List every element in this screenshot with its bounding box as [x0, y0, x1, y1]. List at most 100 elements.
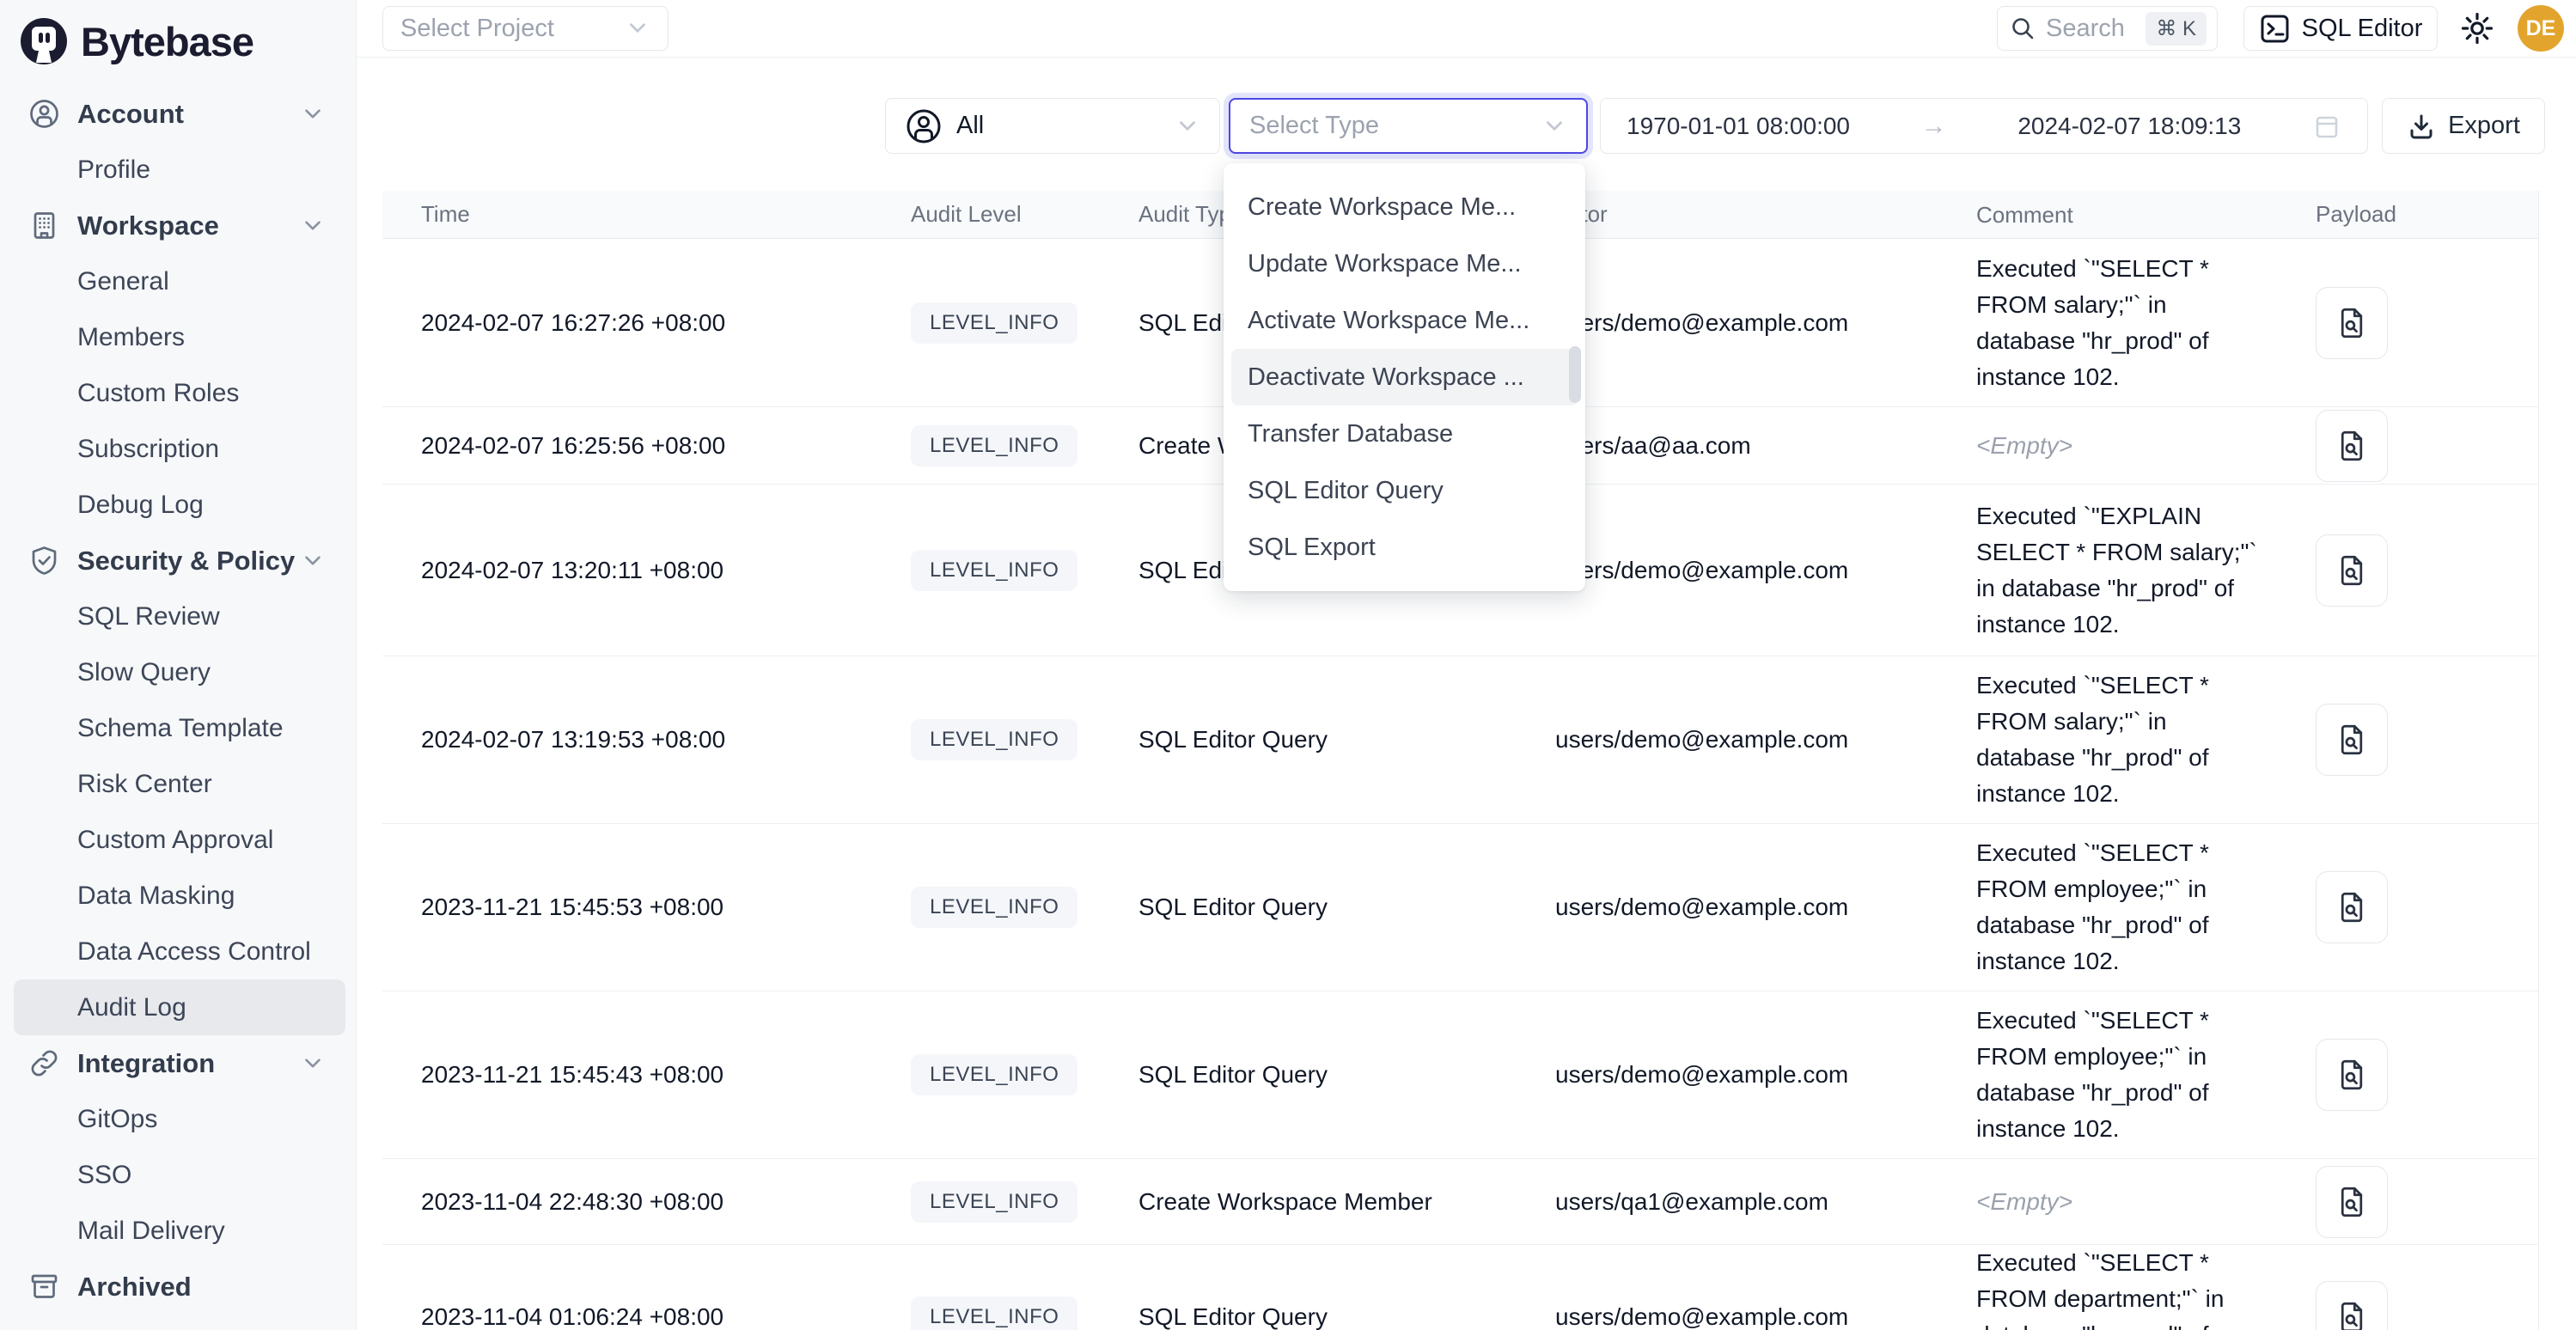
audit-level-badge: LEVEL_INFO: [911, 302, 1077, 344]
type-option-update-workspace-me[interactable]: Update Workspace Me...: [1231, 235, 1578, 292]
file-search-icon: [2334, 1184, 2370, 1220]
payload-view-button[interactable]: [2316, 287, 2388, 359]
sidebar-item-data-access-control[interactable]: Data Access Control: [0, 924, 356, 979]
chevron-down-icon: [300, 1051, 326, 1077]
type-option-transfer-database[interactable]: Transfer Database: [1231, 406, 1578, 462]
payload-view-button[interactable]: [2316, 871, 2388, 943]
sidebar-section-label: Integration: [77, 1048, 215, 1079]
sidebar-section-label: Workspace: [77, 210, 219, 241]
file-search-icon: [2334, 889, 2370, 925]
sidebar-item-members[interactable]: Members: [0, 309, 356, 365]
sidebar-item-label: GitOps: [77, 1105, 157, 1134]
sidebar-item-sql-review[interactable]: SQL Review: [0, 589, 356, 644]
cell-comment: Executed `"SELECT * FROM employee;"` in …: [1976, 1003, 2268, 1147]
sidebar-item-data-masking[interactable]: Data Masking: [0, 868, 356, 924]
actor-filter-value: All: [956, 112, 1161, 140]
search-input[interactable]: Search ⌘ K: [1997, 6, 2218, 51]
project-select[interactable]: Select Project: [382, 6, 668, 51]
sidebar-item-label: Members: [77, 323, 185, 352]
export-button[interactable]: Export: [2382, 98, 2545, 154]
sidebar-item-sso[interactable]: SSO: [0, 1147, 356, 1203]
bytebase-logo[interactable]: Bytebase: [0, 0, 356, 74]
calendar-icon: [2312, 112, 2341, 141]
audit-level-badge: LEVEL_INFO: [911, 1181, 1077, 1223]
payload-view-button[interactable]: [2316, 1166, 2388, 1238]
sidebar-item-custom-roles[interactable]: Custom Roles: [0, 365, 356, 421]
audit-level-badge: LEVEL_INFO: [911, 719, 1077, 760]
topbar: Select Project Search ⌘ K SQL Editor: [357, 0, 2576, 58]
sql-editor-button[interactable]: SQL Editor: [2243, 6, 2438, 51]
payload-view-button[interactable]: [2316, 1039, 2388, 1111]
cell-payload: [2268, 871, 2538, 943]
sidebar-item-general[interactable]: General: [0, 253, 356, 309]
sidebar-item-label: Data Masking: [77, 882, 235, 911]
chevron-down-icon: [300, 213, 326, 239]
sidebar-item-slow-query[interactable]: Slow Query: [0, 644, 356, 700]
sidebar-section-integration[interactable]: Integration: [0, 1035, 356, 1091]
type-option-create-workspace-me[interactable]: Create Workspace Me...: [1231, 179, 1578, 235]
cell-payload: [2268, 534, 2538, 607]
sidebar-section-archived[interactable]: Archived: [0, 1259, 356, 1315]
sidebar-item-schema-template[interactable]: Schema Template: [0, 700, 356, 756]
topbar-actions: Search ⌘ K SQL Editor DE: [1997, 5, 2564, 52]
sidebar-item-subscription[interactable]: Subscription: [0, 421, 356, 477]
payload-view-button[interactable]: [2316, 704, 2388, 776]
dropdown-scrollbar-thumb[interactable]: [1569, 346, 1581, 403]
sidebar-item-custom-approval[interactable]: Custom Approval: [0, 812, 356, 868]
cell-audit-type: SQL Editor Query: [1138, 726, 1555, 753]
file-search-icon: [2334, 305, 2370, 341]
cell-audit-level: LEVEL_INFO: [898, 1054, 1138, 1095]
sidebar-section-workspace[interactable]: Workspace: [0, 198, 356, 253]
sidebar-item-risk-center[interactable]: Risk Center: [0, 756, 356, 812]
project-select-value: Select Project: [400, 15, 554, 43]
payload-view-button[interactable]: [2316, 410, 2388, 482]
actor-filter-select[interactable]: All: [885, 98, 1220, 154]
comment-text: Executed `"SELECT * FROM salary;"` in da…: [1976, 672, 2209, 807]
audit-level-badge: LEVEL_INFO: [911, 425, 1077, 467]
file-search-icon: [2334, 552, 2370, 589]
sidebar-item-profile[interactable]: Profile: [0, 142, 356, 198]
table-row: 2023-11-21 15:45:43 +08:00LEVEL_INFOSQL …: [382, 991, 2538, 1159]
settings-gear-button[interactable]: [2458, 9, 2496, 47]
sidebar-section-label: Security & Policy: [77, 546, 295, 577]
user-circle-icon: [28, 98, 60, 130]
type-option-deactivate-workspace[interactable]: Deactivate Workspace ...: [1231, 349, 1578, 406]
sidebar-item-mail-delivery[interactable]: Mail Delivery: [0, 1203, 356, 1259]
cell-comment: Executed `"SELECT * FROM department;"` i…: [1976, 1245, 2268, 1330]
sidebar-item-label: General: [77, 267, 169, 296]
cell-audit-level: LEVEL_INFO: [898, 1181, 1138, 1223]
building-icon: [28, 210, 60, 241]
cell-time: 2023-11-21 15:45:43 +08:00: [382, 1061, 898, 1089]
cell-time: 2023-11-21 15:45:53 +08:00: [382, 894, 898, 921]
sidebar-item-label: Schema Template: [77, 714, 284, 743]
sidebar-item-gitops[interactable]: GitOps: [0, 1091, 356, 1147]
cell-actor: users/aa@aa.com: [1555, 432, 1976, 460]
sidebar-item-debug-log[interactable]: Debug Log: [0, 477, 356, 533]
cell-comment: <Empty>: [1976, 1184, 2268, 1220]
file-search-icon: [2334, 722, 2370, 758]
cell-actor: users/demo@example.com: [1555, 1061, 1976, 1089]
type-filter-select[interactable]: Select Type: [1229, 98, 1588, 154]
cell-actor: users/demo@example.com: [1555, 726, 1976, 753]
user-avatar[interactable]: DE: [2518, 5, 2564, 52]
date-range-picker[interactable]: 1970-01-01 08:00:00 → 2024-02-07 18:09:1…: [1600, 98, 2368, 154]
payload-view-button[interactable]: [2316, 1281, 2388, 1330]
table-row: 2024-02-07 13:19:53 +08:00 LEVEL_INFO SQL …: [382, 656, 2538, 824]
sidebar-item-label: Audit Log: [77, 993, 186, 1022]
cell-time: 2024-02-07 13:19:53 +08:00: [382, 726, 898, 753]
audit-level-badge: LEVEL_INFO: [911, 550, 1077, 591]
cell-audit-type: SQL Editor Query: [1138, 1061, 1555, 1089]
type-option-activate-workspace-me[interactable]: Activate Workspace Me...: [1231, 292, 1578, 349]
sidebar-item-audit-log[interactable]: Audit Log: [14, 979, 345, 1035]
cell-actor: users/qa1@example.com: [1555, 1188, 1976, 1216]
cell-audit-level: LEVEL_INFO: [898, 302, 1138, 344]
type-option-sql-export[interactable]: SQL Export: [1231, 519, 1578, 576]
type-filter-placeholder: Select Type: [1249, 112, 1541, 140]
sidebar-section-account[interactable]: Account: [0, 86, 356, 142]
sidebar-section-security-policy[interactable]: Security & Policy: [0, 533, 356, 589]
cell-payload: [2268, 410, 2538, 482]
payload-view-button[interactable]: [2316, 534, 2388, 607]
type-option-sql-editor-query[interactable]: SQL Editor Query: [1231, 462, 1578, 519]
main-area: Select Project Search ⌘ K SQL Editor: [357, 0, 2576, 1330]
date-to-value: 2024-02-07 18:09:13: [2017, 113, 2241, 140]
